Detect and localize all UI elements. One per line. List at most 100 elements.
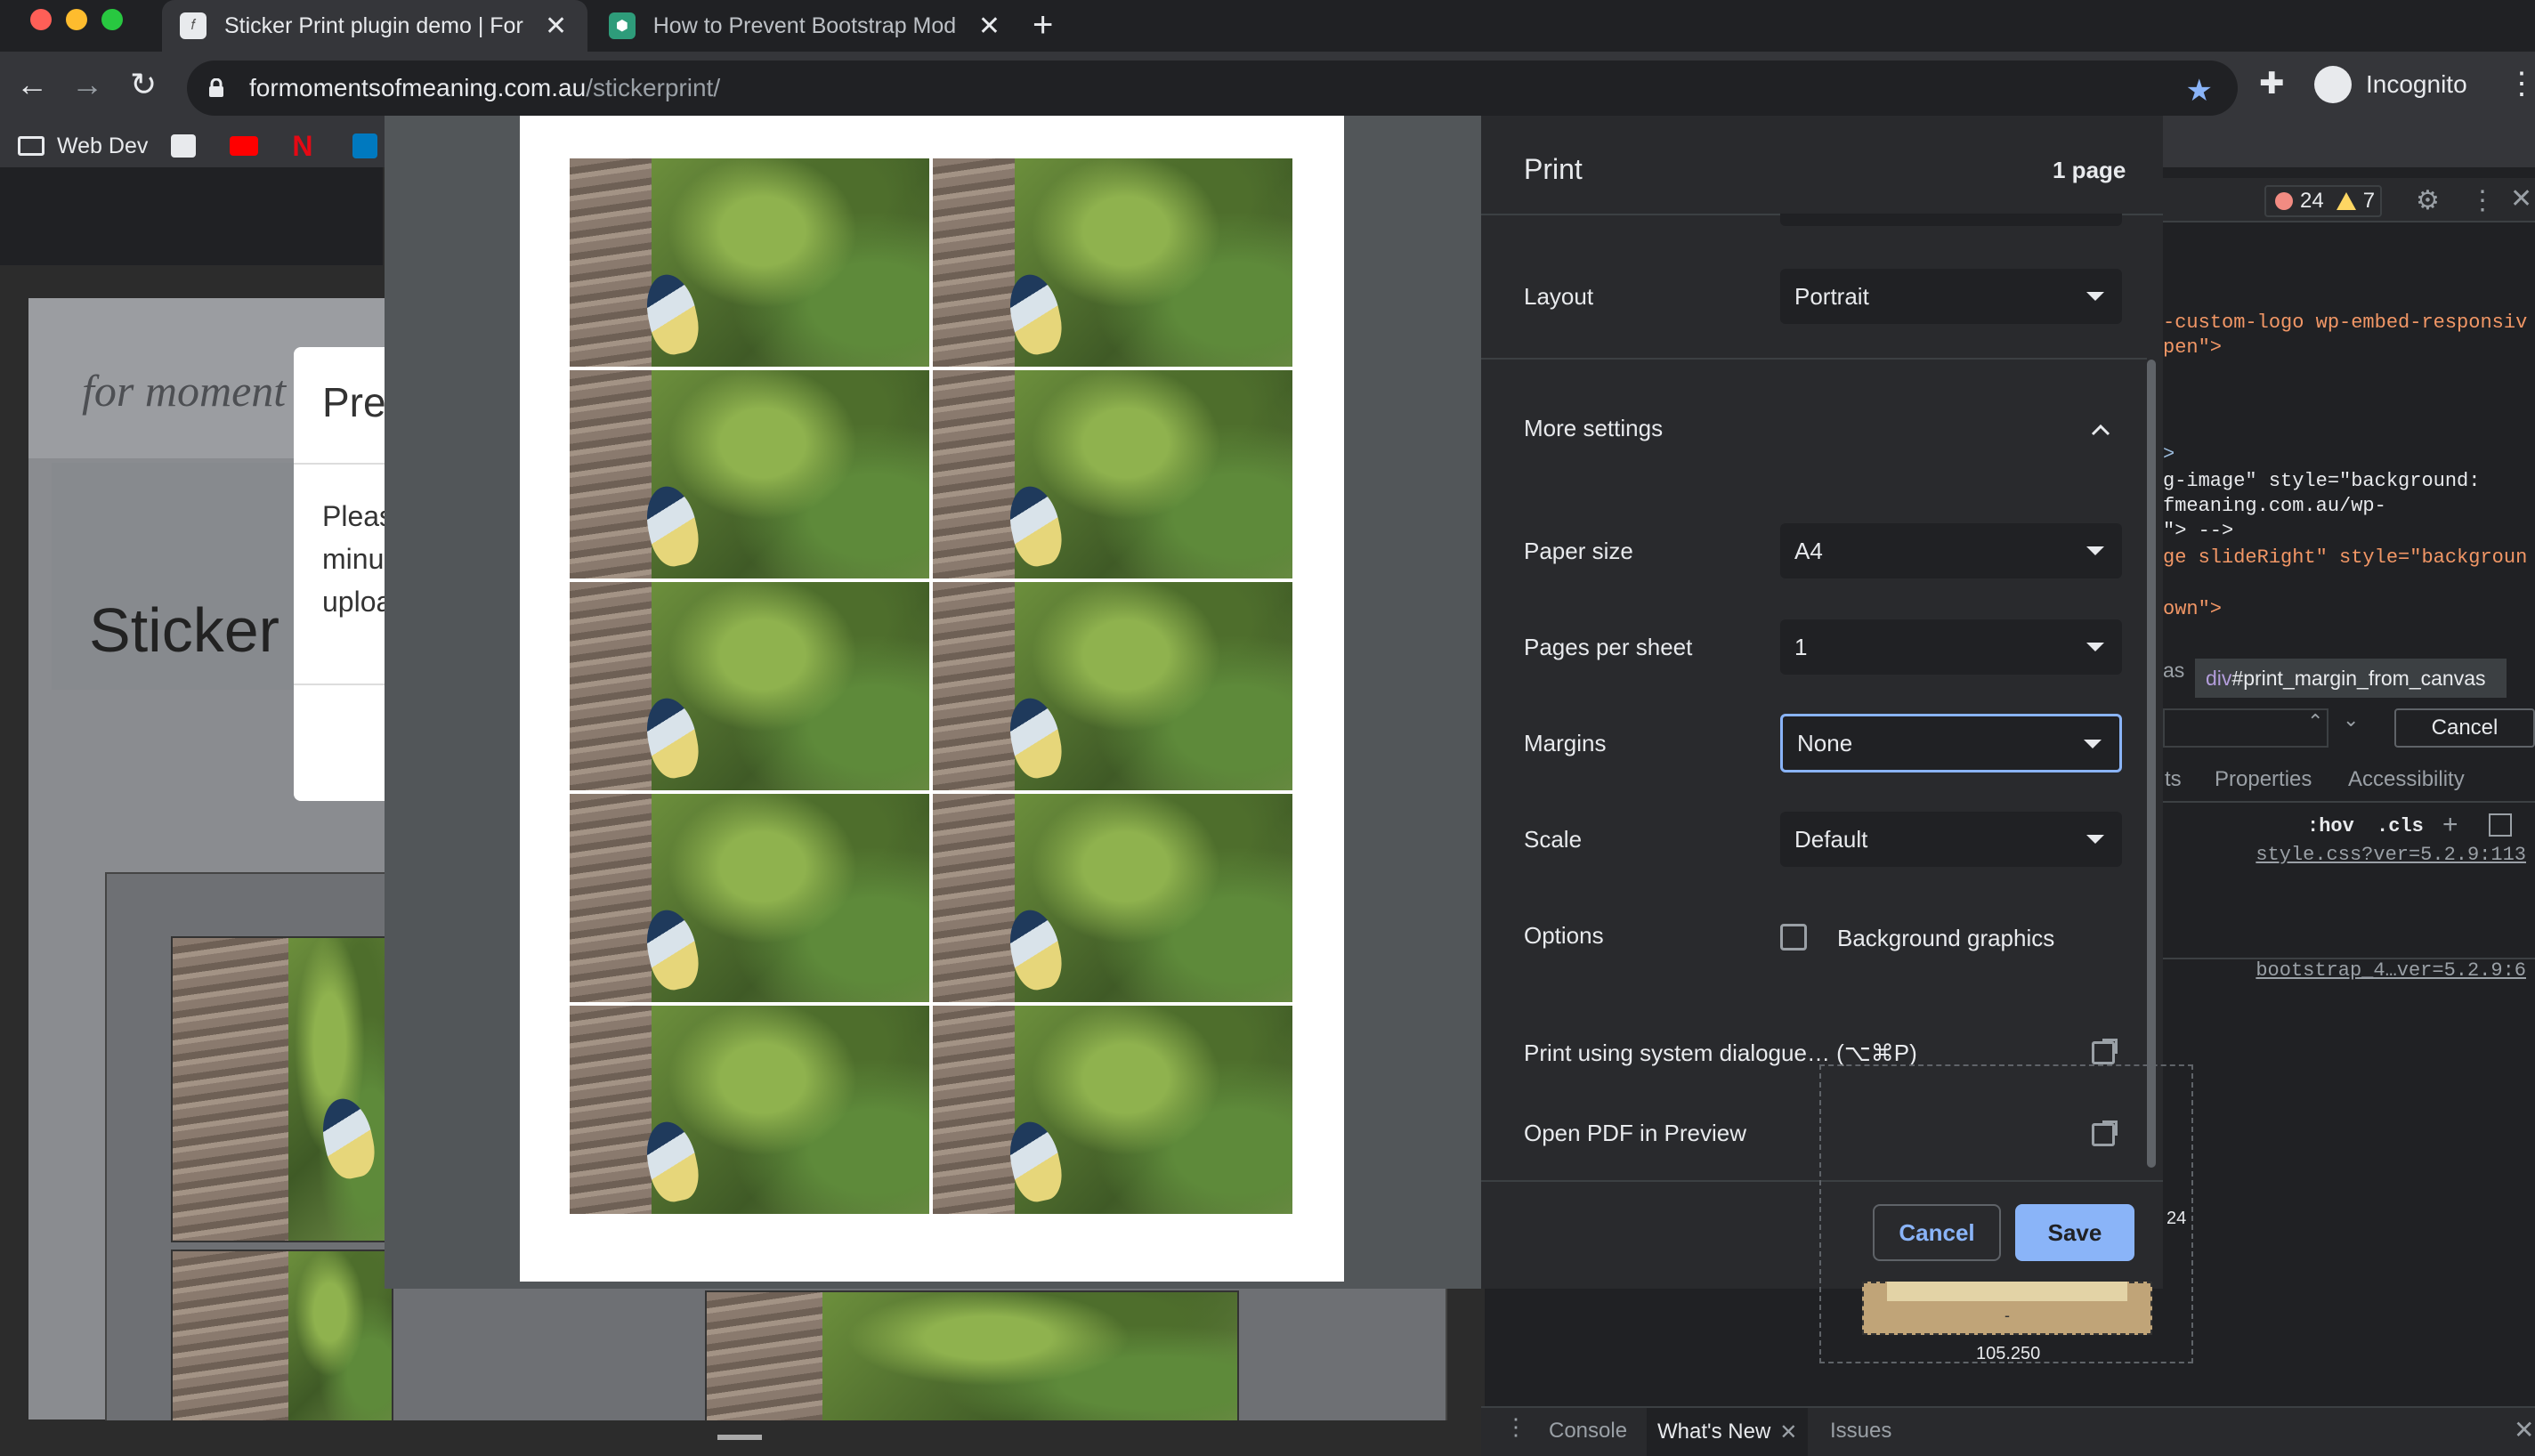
breadcrumb-prefix[interactable]: as: [2163, 659, 2184, 683]
search-up-icon[interactable]: ⌃: [2307, 710, 2323, 733]
open-external-icon[interactable]: [2092, 1039, 2118, 1064]
page-top-band: [0, 167, 383, 265]
error-count: 24: [2300, 189, 2324, 213]
bookmark-youtube[interactable]: [230, 136, 269, 156]
tab-whats-new[interactable]: What's New ✕: [1647, 1408, 1809, 1456]
back-arrow-icon[interactable]: ←: [16, 66, 48, 103]
gear-icon[interactable]: ⚙: [2416, 185, 2440, 216]
code-line[interactable]: ge slideRight" style="backgroun: [2163, 546, 2527, 569]
tab-issues[interactable]: Issues: [1830, 1419, 1891, 1444]
stylesheet-link[interactable]: style.css?ver=5.2.9:113: [2256, 844, 2526, 866]
preview-sticker: [570, 158, 929, 367]
code-line[interactable]: fmeaning.com.au/wp-: [2163, 495, 2386, 517]
canvas-sticker: [705, 1290, 1239, 1424]
forward-arrow-icon[interactable]: →: [71, 66, 103, 103]
preview-sticker: [570, 1006, 929, 1214]
box-model-content: [1887, 1282, 2127, 1301]
preview-sticker: [933, 794, 1292, 1002]
code-line[interactable]: >: [2163, 443, 2175, 465]
zoom-window-button[interactable]: [101, 9, 123, 30]
url-path: /stickerprint/: [586, 74, 721, 101]
address-bar[interactable]: formomentsofmeaning.com.au/stickerprint/…: [187, 61, 2238, 116]
modal-body-text: Pleas minu uploa: [322, 500, 393, 618]
box-model-value: -: [2005, 1306, 2010, 1324]
warning-count: 7: [2362, 189, 2376, 213]
drawer-menu-icon[interactable]: ⋮: [1504, 1413, 1527, 1441]
browser-menu-icon[interactable]: ⋮: [2507, 66, 2535, 101]
paper-size-label: Paper size: [1524, 538, 1633, 564]
hov-toggle[interactable]: :hov: [2307, 815, 2354, 837]
new-tab-button[interactable]: +: [1033, 5, 1053, 45]
preview-sticker: [933, 370, 1292, 578]
tab-title: Sticker Print plugin demo | For: [224, 12, 523, 38]
settings-scrollbar[interactable]: [2147, 360, 2156, 1168]
bookmark-folder-web-dev[interactable]: Web Dev: [18, 133, 148, 159]
code-line[interactable]: own">: [2163, 598, 2222, 620]
background-graphics-label[interactable]: Background graphics: [1837, 925, 2054, 952]
stylesheet-link[interactable]: bootstrap_4…ver=5.2.9:6: [2256, 959, 2526, 982]
more-settings-toggle[interactable]: More settings: [1524, 415, 1663, 442]
folder-icon: [18, 136, 45, 156]
tab-bootstrap-modal[interactable]: ⬢ How to Prevent Bootstrap Mod ✕: [591, 0, 1018, 52]
issues-counter[interactable]: 24 7: [2264, 185, 2382, 217]
search-input[interactable]: [2163, 708, 2328, 748]
pages-per-sheet-select[interactable]: 1: [1780, 619, 2122, 675]
chevron-up-icon[interactable]: [2090, 411, 2111, 444]
reload-icon[interactable]: ↻: [130, 66, 157, 103]
code-line[interactable]: -custom-logo wp-embed-responsiv: [2163, 311, 2527, 334]
close-devtools-icon[interactable]: ✕: [2510, 183, 2532, 214]
paper-size-value: A4: [1794, 537, 1823, 564]
bookmark-star-icon[interactable]: ★: [2186, 73, 2213, 109]
breadcrumb[interactable]: div #print_margin_from_canvas: [2195, 659, 2507, 698]
incognito-profile-button[interactable]: Incognito: [2314, 66, 2467, 103]
close-tab-icon[interactable]: ✕: [545, 11, 567, 42]
dev-site-icon: [171, 134, 197, 158]
margins-value: None: [1797, 729, 1853, 756]
search-down-icon[interactable]: ⌄: [2343, 708, 2359, 732]
close-window-button[interactable]: [30, 9, 52, 30]
minimize-window-button[interactable]: [66, 9, 87, 30]
new-style-rule-icon[interactable]: +: [2442, 810, 2458, 840]
system-dialog-link[interactable]: Print using system dialogue… (⌥⌘P): [1524, 1039, 1917, 1067]
resize-handle-icon[interactable]: [717, 1435, 762, 1440]
bookmark-netflix[interactable]: N: [292, 132, 329, 160]
box-model-width: 105.250: [1976, 1344, 2041, 1363]
margins-label: Margins: [1524, 730, 1607, 756]
tab-strip: 𝑓 Sticker Print plugin demo | For ✕ ⬢ Ho…: [0, 0, 2535, 52]
code-line[interactable]: "> -->: [2163, 520, 2233, 542]
extensions-puzzle-icon[interactable]: ✚: [2259, 66, 2285, 101]
canvas-sticker: [171, 1250, 393, 1428]
tab-accessibility[interactable]: Accessibility: [2348, 767, 2465, 792]
search-cancel-button[interactable]: Cancel: [2394, 708, 2535, 748]
dropdown-caret-icon: [2084, 740, 2102, 748]
close-tab-icon[interactable]: ✕: [1779, 1420, 1797, 1445]
bookmark-dev-site[interactable]: [171, 134, 207, 158]
tab-properties[interactable]: Properties: [2215, 767, 2312, 792]
site-logo[interactable]: for moment: [82, 365, 286, 417]
url-host: formomentsofmeaning.com.au: [249, 74, 587, 101]
scale-select[interactable]: Default: [1780, 812, 2122, 867]
code-line[interactable]: g-image" style="background:: [2163, 470, 2480, 492]
open-pdf-link[interactable]: Open PDF in Preview: [1524, 1120, 1746, 1147]
margins-select[interactable]: None: [1780, 714, 2122, 772]
toggle-sidebar-icon[interactable]: [2489, 813, 2512, 837]
cls-toggle[interactable]: .cls: [2377, 815, 2424, 837]
box-model-side-value: 24: [2166, 1209, 2187, 1228]
preview-sticker: [570, 370, 929, 578]
close-tab-icon[interactable]: ✕: [978, 11, 1000, 42]
tab-console[interactable]: Console: [1549, 1419, 1627, 1444]
layout-select[interactable]: Portrait: [1780, 269, 2122, 324]
tab-event-listeners[interactable]: ts: [2165, 767, 2182, 792]
close-drawer-icon[interactable]: ✕: [2514, 1415, 2534, 1444]
page-heading: Sticker: [89, 595, 279, 665]
bookmark-trello[interactable]: [352, 133, 388, 158]
destination-select-edge[interactable]: [1780, 214, 2122, 226]
page-count: 1 page: [2053, 157, 2126, 183]
dropdown-caret-icon: [2086, 835, 2104, 844]
background-graphics-checkbox[interactable]: [1780, 924, 1807, 950]
canvas-sticker: [171, 936, 393, 1242]
paper-size-select[interactable]: A4: [1780, 523, 2122, 578]
tab-sticker-print[interactable]: 𝑓 Sticker Print plugin demo | For ✕: [162, 0, 587, 52]
devtools-menu-icon[interactable]: ⋮: [2469, 185, 2496, 216]
code-line[interactable]: pen">: [2163, 336, 2222, 359]
